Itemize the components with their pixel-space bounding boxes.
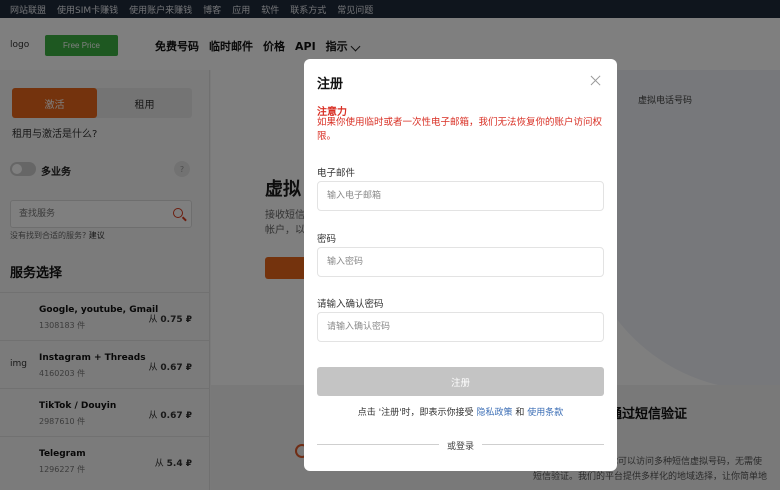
or-login-label[interactable]: 或登录	[438, 442, 482, 452]
email-input[interactable]	[318, 182, 603, 210]
register-button[interactable]: 注册	[317, 367, 604, 396]
or-login: 或登录	[304, 439, 617, 452]
password-label: 密码	[317, 234, 337, 245]
close-icon[interactable]	[590, 75, 601, 86]
register-modal: 注册 注意力 如果你使用临时或者一次性电子邮箱，我们无法恢复你的账户访问权限。 …	[304, 59, 617, 471]
email-field	[317, 181, 604, 211]
terms-and: 和	[515, 408, 525, 418]
email-label: 电子邮件	[317, 168, 356, 179]
warning-text: 如果你使用临时或者一次性电子邮箱，我们无法恢复你的账户访问权限。	[317, 117, 603, 142]
privacy-policy-link[interactable]: 隐私政策	[476, 408, 512, 418]
terms-of-use-link[interactable]: 使用条款	[527, 408, 563, 418]
modal-title: 注册	[317, 77, 344, 92]
terms-notice: 点击 '注册'时，即表示你接受 隐私政策 和 使用条款	[304, 405, 617, 418]
password-field	[317, 247, 604, 277]
confirm-password-input[interactable]	[318, 313, 603, 341]
terms-prefix: 点击 '注册'时，即表示你接受	[357, 408, 474, 418]
confirm-password-label: 请输入确认密码	[317, 299, 384, 310]
confirm-password-field	[317, 312, 604, 342]
password-input[interactable]	[318, 248, 603, 276]
